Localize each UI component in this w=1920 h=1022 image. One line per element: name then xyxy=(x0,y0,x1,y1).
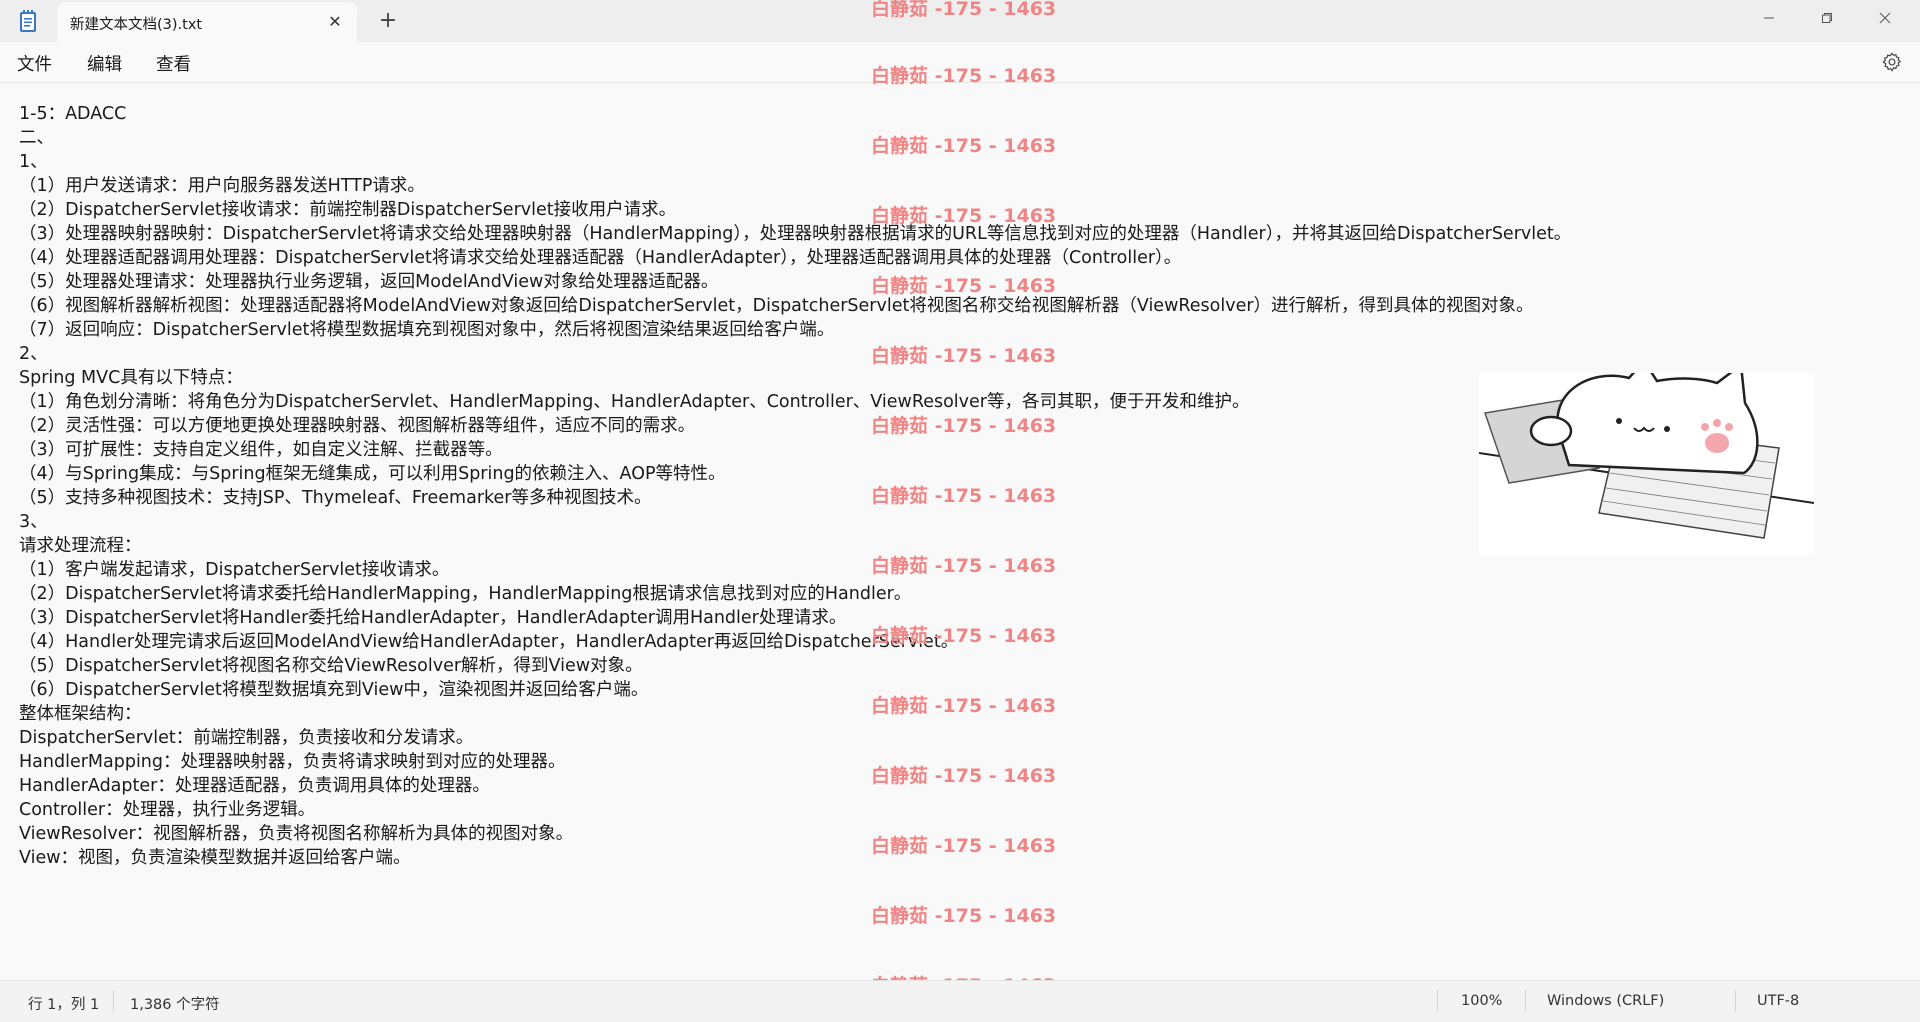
text-line: （2）DispatcherServlet将请求委托给HandlerMapping… xyxy=(19,584,912,604)
menu-edit[interactable]: 编辑 xyxy=(87,51,122,76)
text-line: 2、 xyxy=(19,344,48,364)
text-line: （6）DispatcherServlet将模型数据填充到View中，渲染视图并返… xyxy=(19,680,649,700)
gear-icon[interactable] xyxy=(1881,51,1903,73)
watermark: 白静茹 -175 - 1463 xyxy=(871,345,1057,367)
text-line: （5）DispatcherServlet将视图名称交给ViewResolver解… xyxy=(19,656,643,676)
document-tab[interactable]: 新建文本文档(3).txt ✕ xyxy=(57,2,357,42)
menu-file[interactable]: 文件 xyxy=(17,51,52,76)
text-line: 3、 xyxy=(19,512,48,532)
text-line: 整体框架结构： xyxy=(19,704,142,724)
text-line: （5）处理器处理请求：处理器执行业务逻辑，返回ModelAndView对象给处理… xyxy=(19,272,719,292)
notepad-icon xyxy=(18,9,38,33)
restore-button[interactable] xyxy=(1798,0,1856,36)
text-line: DispatcherServlet：前端控制器，负责接收和分发请求。 xyxy=(19,728,474,748)
text-line: （3）可扩展性：支持自定义组件，如自定义注解、拦截器等。 xyxy=(19,440,503,460)
editor-lines: 1-5：ADACC 二、 1、 （1）用户发送请求：用户向服务器发送HTTP请求。 （2… xyxy=(19,102,1571,870)
zoom-level[interactable]: 100% xyxy=(1461,993,1502,1009)
text-line: ViewResolver：视图解析器，负责将视图名称解析为具体的视图对象。 xyxy=(19,824,574,844)
plus-icon[interactable]: + xyxy=(376,9,400,33)
watermark: 白静茹 -175 - 1463 xyxy=(871,625,1057,647)
watermark: 白静茹 -175 - 1463 xyxy=(871,415,1057,437)
text-line: （4）与Spring集成：与Spring框架无缝集成，可以利用Spring的依赖… xyxy=(19,464,726,484)
text-line: （5）支持多种视图技术：支持JSP、Thymeleaf、Freemarker等多… xyxy=(19,488,652,508)
watermark: 白静茹 -175 - 1463 xyxy=(871,765,1057,787)
status-divider xyxy=(1525,990,1526,1012)
close-window-button[interactable] xyxy=(1856,0,1914,36)
text-line: （2）DispatcherServlet接收请求：前端控制器Dispatcher… xyxy=(19,200,677,220)
status-divider xyxy=(1735,990,1736,1012)
text-line: HandlerAdapter：处理器适配器，负责调用具体的处理器。 xyxy=(19,776,490,796)
text-line: （3）DispatcherServlet将Handler委托给HandlerAd… xyxy=(19,608,847,628)
character-count: 1,386 个字符 xyxy=(130,997,220,1013)
watermark: 白静茹 -175 - 1463 xyxy=(871,905,1057,927)
text-line: HandlerMapping：处理器映射器，负责将请求映射到对应的处理器。 xyxy=(19,752,566,772)
text-line: （4）Handler处理完请求后返回ModelAndView给HandlerAd… xyxy=(19,632,959,652)
text-line: （2）灵活性强：可以方便地更换处理器映射器、视图解析器等组件，适应不同的需求。 xyxy=(19,416,696,436)
status-divider xyxy=(1437,990,1438,1012)
text-line: View：视图，负责渲染模型数据并返回给客户端。 xyxy=(19,848,411,868)
text-line: （3）处理器映射器映射：DispatcherServlet将请求交给处理器映射器… xyxy=(19,224,1572,244)
text-line: Controller：处理器，执行业务逻辑。 xyxy=(19,800,316,820)
cat-sticker xyxy=(1478,358,1815,555)
watermark: 白静茹 -175 - 1463 xyxy=(871,205,1057,227)
watermark: 白静茹 -175 - 1463 xyxy=(871,555,1057,577)
tab-title: 新建文本文档(3).txt xyxy=(70,17,203,33)
text-line: 二、 xyxy=(19,128,54,148)
watermark: 白静茹 -175 - 1463 xyxy=(871,835,1057,857)
close-icon[interactable]: ✕ xyxy=(325,12,345,32)
minimize-button[interactable] xyxy=(1740,0,1798,36)
text-line: （7）返回响应：DispatcherServlet将模型数据填充到视图对象中，然… xyxy=(19,320,835,340)
watermark: 白静茹 -175 - 1463 xyxy=(871,135,1057,157)
encoding[interactable]: UTF-8 xyxy=(1757,993,1799,1009)
status-bar: 行 1，列 1 1,386 个字符 100% Windows (CRLF) UT… xyxy=(0,980,1920,1022)
text-line: 1-5：ADACC xyxy=(19,104,127,124)
text-line: （6）视图解析器解析视图：处理器适配器将ModelAndView对象返回给Dis… xyxy=(19,296,1534,316)
status-divider xyxy=(113,990,114,1012)
watermark: 白静茹 -175 - 1463 xyxy=(871,65,1057,87)
text-line: 请求处理流程： xyxy=(19,536,142,556)
text-line: Spring MVC具有以下特点： xyxy=(19,368,243,388)
watermark: 白静茹 -175 - 1463 xyxy=(871,485,1057,507)
text-line: （1）客户端发起请求，DispatcherServlet接收请求。 xyxy=(19,560,450,580)
watermark: 白静茹 -175 - 1463 xyxy=(871,695,1057,717)
text-line: 1、 xyxy=(19,152,48,172)
menu-view[interactable]: 查看 xyxy=(156,51,191,76)
cursor-position[interactable]: 行 1，列 1 xyxy=(28,993,99,1014)
watermark: 白静茹 -175 - 1463 xyxy=(871,0,1057,20)
text-line: （1）角色划分清晰：将角色分为DispatcherServlet、Handler… xyxy=(19,392,1250,412)
text-line: （1）用户发送请求：用户向服务器发送HTTP请求。 xyxy=(19,176,425,196)
text-line: （4）处理器适配器调用处理器：DispatcherServlet将请求交给处理器… xyxy=(19,248,1182,268)
line-ending[interactable]: Windows (CRLF) xyxy=(1547,993,1664,1009)
watermark: 白静茹 -175 - 1463 xyxy=(871,275,1057,297)
